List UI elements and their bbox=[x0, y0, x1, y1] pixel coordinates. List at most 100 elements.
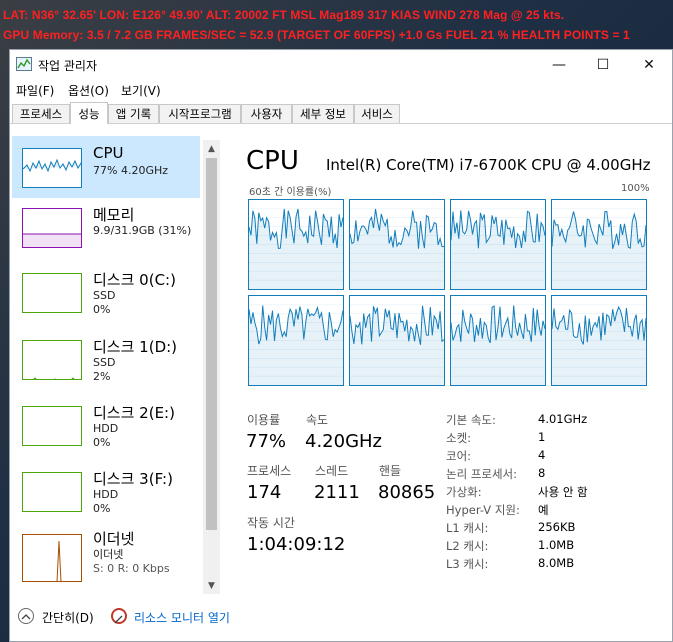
tab-app-history[interactable]: 앱 기록 bbox=[108, 104, 159, 123]
l3-cache-value: 8.0MB bbox=[538, 556, 575, 570]
core-usage-svg bbox=[249, 304, 343, 385]
logical-processors-label: 논리 프로세서: bbox=[446, 467, 518, 481]
sidebar-sub-2: 2% bbox=[93, 370, 111, 383]
maximize-button[interactable]: ☐ bbox=[580, 50, 626, 80]
tab-details[interactable]: 세부 정보 bbox=[292, 104, 354, 123]
processes-value: 174 bbox=[247, 482, 282, 503]
scroll-up-arrow-icon[interactable]: ▲ bbox=[203, 140, 220, 157]
flight-hud-line-2: GPU Memory: 3.5 / 7.2 GB FRAMES/SEC = 52… bbox=[3, 28, 630, 42]
menu-options[interactable]: 옵션(O) bbox=[68, 82, 109, 99]
sidebar-sub: HDD bbox=[93, 422, 119, 435]
cores-value: 4 bbox=[538, 448, 546, 462]
footer-bar: 간단히(D) 리소스 모니터 열기 bbox=[10, 604, 672, 638]
menu-bar: 파일(F) 옵션(O) 보기(V) bbox=[10, 80, 672, 100]
l1-cache-value: 256KB bbox=[538, 520, 576, 534]
sockets-value: 1 bbox=[538, 430, 546, 444]
task-manager-window: 작업 관리자 — ☐ ✕ 파일(F) 옵션(O) 보기(V) 프로세스 성능 앱… bbox=[9, 49, 673, 642]
scroll-down-arrow-icon[interactable]: ▼ bbox=[203, 577, 220, 594]
threads-label: 스레드 bbox=[315, 464, 349, 478]
core-usage-svg bbox=[451, 304, 545, 385]
hyper-v-value: 예 bbox=[538, 503, 549, 517]
sockets-label: 소켓: bbox=[446, 431, 472, 445]
tab-startup[interactable]: 시작프로그램 bbox=[159, 104, 241, 123]
tab-users[interactable]: 사용자 bbox=[241, 104, 292, 123]
utilization-label: 이용률 bbox=[247, 413, 281, 427]
sidebar-sub: 이더넷 bbox=[93, 548, 124, 561]
uptime-label: 작동 시간 bbox=[247, 516, 295, 530]
base-speed-label: 기본 속도: bbox=[446, 413, 496, 427]
sidebar-item-disk-0[interactable]: 디스크 0(C:) SSD 0% bbox=[12, 261, 200, 323]
tab-services[interactable]: 서비스 bbox=[354, 104, 400, 123]
sidebar-title: 디스크 0(C:) bbox=[93, 271, 176, 289]
sidebar-title: 디스크 1(D:) bbox=[93, 338, 178, 356]
resource-list: CPU 77% 4.20GHz 메모리 9.9/31.9GB (31%) 디스크… bbox=[10, 136, 220, 594]
core-graph-2 bbox=[349, 199, 445, 290]
sidebar-sub: SSD bbox=[93, 289, 116, 302]
title-bar[interactable]: 작업 관리자 — ☐ ✕ bbox=[10, 50, 672, 80]
disk-2-thumbnail-graph bbox=[22, 406, 82, 446]
l2-cache-label: L2 캐시: bbox=[446, 539, 489, 553]
hyper-v-label: Hyper-V 지원: bbox=[446, 503, 520, 517]
scrollbar-thumb[interactable] bbox=[206, 158, 217, 530]
window-title: 작업 관리자 bbox=[38, 59, 98, 73]
open-resource-monitor-link[interactable]: 리소스 모니터 열기 bbox=[134, 609, 230, 626]
graph-max-label: 100% bbox=[621, 183, 650, 194]
core-usage-svg bbox=[350, 208, 444, 289]
sidebar-item-disk-1[interactable]: 디스크 1(D:) SSD 2% bbox=[12, 328, 200, 390]
threads-value: 2111 bbox=[314, 482, 360, 503]
sidebar-sub: HDD bbox=[93, 488, 119, 501]
sidebar-item-memory[interactable]: 메모리 9.9/31.9GB (31%) bbox=[12, 196, 200, 258]
sidebar-sub-2: S: 0 R: 0 Kbps bbox=[93, 562, 170, 575]
sidebar-item-disk-2[interactable]: 디스크 2(E:) HDD 0% bbox=[12, 394, 200, 456]
core-usage-area bbox=[451, 305, 545, 385]
core-usage-svg bbox=[451, 208, 545, 289]
core-graph-6 bbox=[349, 295, 445, 386]
sidebar-sub-2: 0% bbox=[93, 436, 111, 449]
tab-bar: 프로세스 성능 앱 기록 시작프로그램 사용자 세부 정보 서비스 bbox=[10, 102, 672, 124]
sidebar-item-disk-3[interactable]: 디스크 3(F:) HDD 0% bbox=[12, 460, 200, 522]
sidebar-title: 메모리 bbox=[93, 206, 135, 224]
sidebar-sub: SSD bbox=[93, 356, 116, 369]
cpu-thumb-line bbox=[23, 158, 81, 173]
close-button[interactable]: ✕ bbox=[626, 50, 672, 80]
cores-label: 코어: bbox=[446, 449, 472, 463]
core-usage-area bbox=[350, 208, 444, 289]
base-speed-value: 4.01GHz bbox=[538, 412, 588, 426]
disk-1-thumb-line bbox=[33, 377, 75, 379]
tab-processes[interactable]: 프로세스 bbox=[12, 104, 70, 123]
utilization-value: 77% bbox=[246, 431, 287, 452]
disk-0-thumbnail-graph bbox=[22, 273, 82, 313]
cpu-thumbnail-graph bbox=[22, 148, 82, 188]
sidebar-scrollbar[interactable]: ▲ ▼ bbox=[203, 140, 220, 594]
virtualization-value: 사용 안 함 bbox=[538, 485, 588, 499]
cpu-model-name: Intel(R) Core(TM) i7-6700K CPU @ 4.00GHz bbox=[326, 156, 651, 174]
ethernet-thumbnail-graph bbox=[22, 534, 82, 582]
core-usage-svg bbox=[350, 304, 444, 385]
sidebar-title: 디스크 2(E:) bbox=[93, 404, 175, 422]
resource-monitor-icon[interactable] bbox=[111, 608, 127, 624]
tab-performance[interactable]: 성능 bbox=[70, 102, 108, 124]
core-usage-svg bbox=[249, 208, 343, 289]
virtualization-label: 가상화: bbox=[446, 485, 482, 499]
menu-file[interactable]: 파일(F) bbox=[16, 82, 54, 99]
minimize-button[interactable]: — bbox=[536, 50, 582, 80]
sidebar-item-cpu[interactable]: CPU 77% 4.20GHz bbox=[12, 136, 200, 198]
speed-label: 속도 bbox=[306, 413, 329, 427]
sidebar-sub: 9.9/31.9GB (31%) bbox=[93, 224, 192, 237]
handles-label: 핸들 bbox=[379, 464, 402, 478]
core-usage-svg bbox=[552, 304, 646, 385]
ethernet-thumb-line bbox=[56, 540, 62, 581]
sidebar-sub-2: 0% bbox=[93, 502, 111, 515]
chevron-up-icon[interactable] bbox=[18, 608, 34, 624]
core-graph-5 bbox=[248, 295, 344, 386]
sidebar-title: CPU bbox=[93, 144, 124, 162]
page-title: CPU bbox=[246, 146, 299, 176]
l3-cache-label: L3 캐시: bbox=[446, 557, 489, 571]
sidebar-item-ethernet[interactable]: 이더넷 이더넷 S: 0 R: 0 Kbps bbox=[12, 526, 200, 588]
fewer-details-link[interactable]: 간단히(D) bbox=[42, 609, 94, 626]
menu-view[interactable]: 보기(V) bbox=[121, 82, 161, 99]
uptime-value: 1:04:09:12 bbox=[247, 534, 346, 555]
core-graph-4 bbox=[551, 199, 647, 290]
flight-hud-line-1: LAT: N36° 32.65' LON: E126° 49.90' ALT: … bbox=[3, 8, 565, 22]
core-graph-8 bbox=[551, 295, 647, 386]
